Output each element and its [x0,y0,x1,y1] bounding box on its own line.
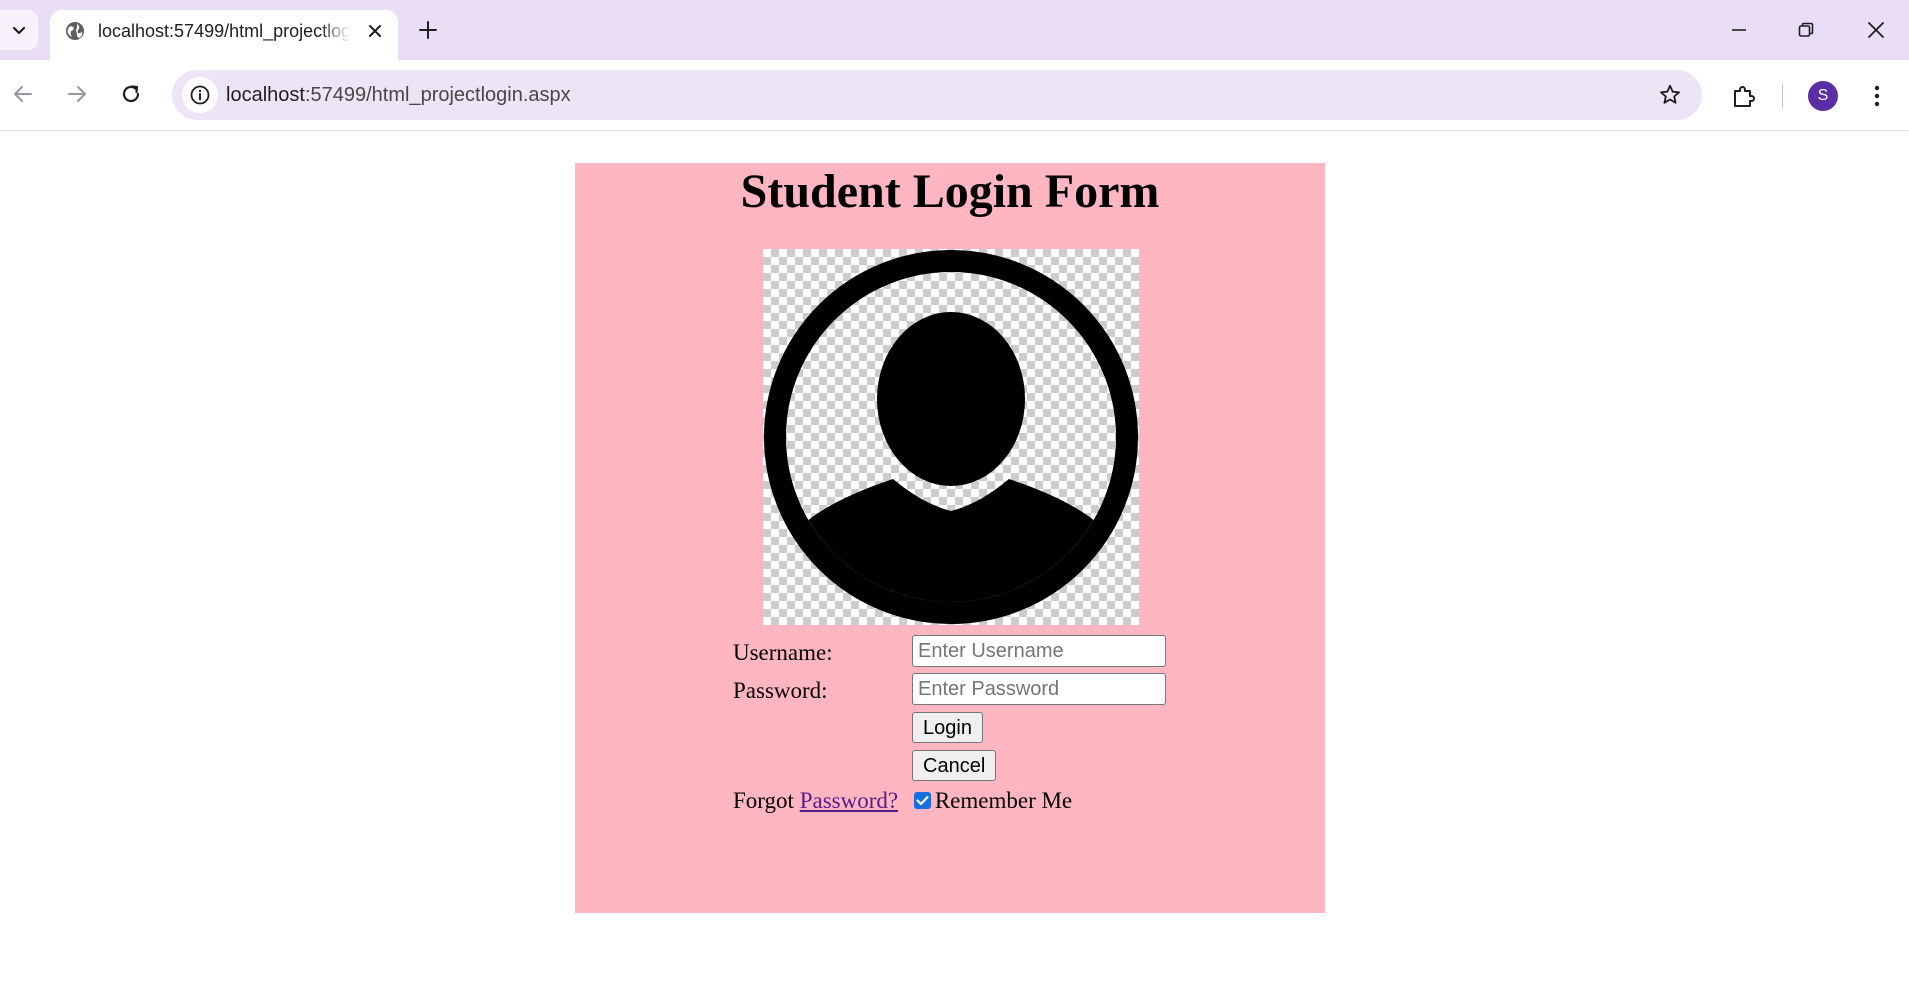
bookmark-button[interactable] [1654,79,1686,111]
restore-icon [1798,22,1814,37]
star-icon [1660,84,1680,104]
browser-menu-button[interactable] [1862,78,1892,114]
forgot-remember-row: Forgot Password? Remember Me [733,787,1072,815]
user-profile-icon [764,250,1138,624]
password-label: Password: [733,678,828,703]
minimize-button[interactable] [1711,8,1767,52]
forward-button[interactable] [57,74,97,114]
arrow-right-icon [68,86,86,102]
tab-close-button[interactable] [362,18,388,44]
address-bar[interactable]: localhost:57499/html_projectlogin.aspx [172,70,1702,120]
extensions-button[interactable] [1726,78,1762,114]
username-label: Username: [733,640,833,665]
restore-button[interactable] [1778,8,1834,52]
url-path: :57499/html_projectlogin.aspx [304,84,571,106]
page-viewport: Student Login Form Username: Password: L… [0,131,1909,1007]
more-vertical-icon [1874,85,1880,107]
puzzle-icon [1734,86,1755,107]
site-info-button[interactable] [182,77,218,113]
url-text: localhost:57499/html_projectlogin.aspx [226,83,571,107]
close-window-button[interactable] [1848,8,1904,52]
arrow-left-icon [14,86,32,102]
login-button[interactable]: Login [912,712,983,743]
remember-me-checkbox[interactable] [913,792,931,809]
url-host: localhost [226,84,305,106]
checkmark-icon [916,795,929,806]
page-title: Student Login Form [740,165,1160,218]
remember-me-label: Remember Me [934,788,1073,813]
forgot-text: Forgot [733,788,794,813]
info-icon [190,85,210,105]
tab-title: localhost:57499/html_projectlogin.aspx [98,21,350,41]
globe-icon [66,22,84,40]
minimize-icon [1732,29,1746,31]
login-form-panel: Student Login Form Username: Password: L… [575,163,1325,913]
browser-tab-strip: localhost:57499/html_projectlogin.aspx [0,0,1909,60]
cancel-button[interactable]: Cancel [912,750,997,781]
browser-tab-active[interactable]: localhost:57499/html_projectlogin.aspx [50,10,398,60]
back-button[interactable] [3,74,43,114]
close-icon [369,25,381,37]
toolbar-divider [1782,84,1783,108]
browser-toolbar: localhost:57499/html_projectlogin.aspx S [0,60,1909,131]
reload-button[interactable] [111,74,151,114]
password-input[interactable] [912,673,1166,705]
forgot-password-link[interactable]: Password? [800,788,898,813]
tab-search-button[interactable] [0,10,38,50]
username-input[interactable] [912,635,1166,667]
reload-icon [122,85,140,103]
chevron-down-icon [12,26,26,35]
new-tab-button[interactable] [412,14,444,46]
user-avatar-image [763,249,1139,625]
profile-avatar-button[interactable]: S [1808,81,1838,111]
plus-icon [419,21,437,39]
close-icon [1868,22,1884,38]
